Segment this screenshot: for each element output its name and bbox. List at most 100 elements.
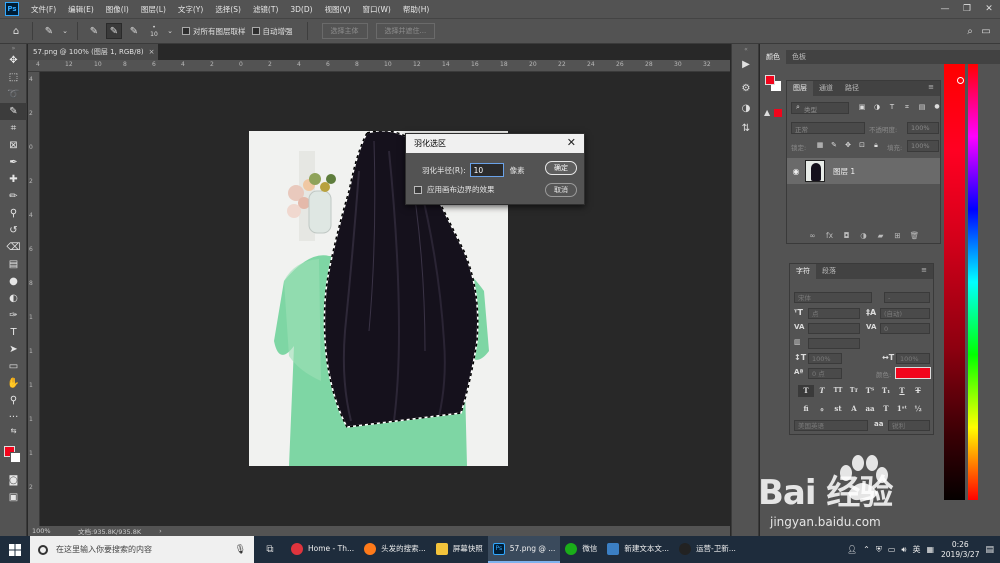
brush-tool-icon[interactable]: ✏ bbox=[0, 188, 27, 205]
microphone-icon[interactable]: 🎙︎ bbox=[235, 545, 246, 555]
hand-tool-icon[interactable]: ✋ bbox=[0, 375, 27, 392]
workspace-icon[interactable]: ▭ bbox=[978, 23, 994, 39]
collapse-panels-icon[interactable]: « bbox=[732, 44, 760, 54]
start-button[interactable] bbox=[0, 536, 30, 563]
fill-input[interactable]: 100% bbox=[907, 140, 939, 152]
volume-icon[interactable]: 🔊︎ bbox=[901, 545, 906, 555]
feather-radius-input[interactable] bbox=[469, 163, 504, 177]
quick-mask-icon[interactable]: ◙ bbox=[0, 472, 27, 489]
filter-shape-icon[interactable]: ⌗ bbox=[902, 103, 912, 113]
minimize-icon[interactable]: — bbox=[934, 0, 956, 18]
layer-name[interactable]: 图层 1 bbox=[833, 166, 855, 177]
search-icon[interactable]: ⌕ bbox=[962, 23, 978, 39]
layer-style-icon[interactable]: fx bbox=[821, 231, 838, 240]
status-menu-icon[interactable]: › bbox=[159, 527, 162, 535]
type-tool-icon[interactable]: T bbox=[0, 324, 27, 341]
sample-all-layers-checkbox[interactable] bbox=[182, 27, 190, 35]
ok-button[interactable]: 确定 bbox=[545, 161, 577, 175]
taskbar-app-notepad[interactable]: 新建文本文... bbox=[602, 536, 674, 563]
menu-file[interactable]: 文件(F) bbox=[25, 4, 62, 15]
leading-input[interactable]: (自动) bbox=[880, 308, 930, 319]
subscript-icon[interactable]: T₁ bbox=[878, 385, 894, 397]
clone-stamp-tool-icon[interactable]: ⚲ bbox=[0, 205, 27, 222]
antialias-select[interactable]: 锐利 bbox=[888, 420, 930, 431]
filter-pixel-icon[interactable]: ▣ bbox=[857, 103, 867, 113]
task-view-icon[interactable]: ⧉ bbox=[254, 544, 286, 555]
discretionary-ligatures-icon[interactable]: st bbox=[830, 403, 846, 415]
faux-bold-icon[interactable]: T bbox=[798, 385, 814, 397]
link-layers-icon[interactable]: ∞ bbox=[804, 231, 821, 240]
chevron-down-icon[interactable]: ⌄ bbox=[166, 23, 174, 39]
more-tools-icon[interactable]: ··· bbox=[0, 409, 27, 426]
chevron-down-icon[interactable]: ⌄ bbox=[61, 23, 69, 39]
user-icon[interactable]: 👤︎ bbox=[847, 545, 857, 554]
tab-layers[interactable]: 图层 bbox=[787, 81, 813, 96]
text-color-swatch[interactable] bbox=[895, 367, 931, 379]
menu-3d[interactable]: 3D(D) bbox=[284, 5, 318, 14]
ordinals-icon[interactable]: 1ˢᵗ bbox=[894, 403, 910, 415]
tab-paragraph[interactable]: 段落 bbox=[816, 264, 842, 279]
frame-tool-icon[interactable]: ⊠ bbox=[0, 137, 27, 154]
auto-enhance-checkbox[interactable] bbox=[251, 27, 260, 35]
tracking-input[interactable]: 0 bbox=[880, 323, 930, 334]
taskbar-app-netease-music[interactable]: Home - Th... bbox=[286, 536, 359, 563]
restore-icon[interactable]: ❐ bbox=[956, 0, 978, 18]
menu-filter[interactable]: 滤镜(T) bbox=[247, 4, 284, 15]
menu-layer[interactable]: 图层(L) bbox=[135, 4, 172, 15]
lock-transparent-icon[interactable]: ▦ bbox=[815, 141, 825, 151]
lock-image-icon[interactable]: ✎ bbox=[829, 141, 839, 151]
history-brush-tool-icon[interactable]: ↺ bbox=[0, 222, 27, 239]
quick-selection-tool-icon[interactable]: ✎ bbox=[0, 103, 27, 120]
play-actions-icon[interactable]: ▶ bbox=[732, 54, 760, 74]
new-group-icon[interactable]: ▰ bbox=[872, 231, 889, 240]
taskbar-app-chat[interactable]: 运营-卫新... bbox=[674, 536, 741, 563]
menu-help[interactable]: 帮助(H) bbox=[397, 4, 436, 15]
filter-type-icon[interactable]: T bbox=[887, 103, 897, 113]
subtract-from-selection-icon[interactable]: ✎ bbox=[126, 23, 142, 39]
move-tool-icon[interactable]: ✥ bbox=[0, 52, 27, 69]
language-select[interactable]: 美国英语 bbox=[794, 420, 868, 431]
quick-selection-preset-icon[interactable]: ✎ bbox=[41, 23, 57, 39]
filter-toggle-icon[interactable]: ● bbox=[932, 103, 942, 113]
brush-size-picker[interactable]: • 10 bbox=[146, 23, 162, 39]
lock-all-icon[interactable]: 🔒︎ bbox=[871, 141, 881, 151]
healing-brush-tool-icon[interactable]: ✚ bbox=[0, 171, 27, 188]
home-icon[interactable]: ⌂ bbox=[8, 23, 24, 39]
menu-select[interactable]: 选择(S) bbox=[209, 4, 247, 15]
add-mask-icon[interactable]: ◘ bbox=[838, 231, 855, 240]
document-tab[interactable]: 57.png @ 100% (图层 1, RGB/8) × bbox=[28, 44, 158, 60]
screen-mode-icon[interactable]: ▣ bbox=[0, 489, 27, 506]
swap-colors-icon[interactable]: ⇆ bbox=[0, 426, 27, 436]
collapse-toolbar-icon[interactable]: » bbox=[0, 44, 27, 52]
font-family-select[interactable]: 宋体 bbox=[794, 292, 872, 303]
eyedropper-tool-icon[interactable]: ✒ bbox=[0, 154, 27, 171]
font-style-select[interactable]: - bbox=[884, 292, 930, 303]
horizontal-scale-input[interactable]: 100% bbox=[896, 353, 930, 364]
rectangle-tool-icon[interactable]: ▭ bbox=[0, 358, 27, 375]
all-caps-icon[interactable]: TT bbox=[830, 385, 846, 397]
eraser-tool-icon[interactable]: ⌫ bbox=[0, 239, 27, 256]
tab-character[interactable]: 字符 bbox=[790, 264, 816, 279]
tab-swatches[interactable]: 色板 bbox=[786, 50, 812, 64]
lock-artboard-icon[interactable]: ⊡ bbox=[857, 141, 867, 151]
faux-italic-icon[interactable]: T bbox=[814, 385, 830, 397]
taskbar-app-folder[interactable]: 屏幕快照 bbox=[431, 536, 488, 563]
delete-layer-icon[interactable]: 🗑︎ bbox=[906, 231, 923, 240]
tab-color[interactable]: 颜色 bbox=[760, 50, 786, 64]
stylistic-alternates-icon[interactable]: aa bbox=[862, 403, 878, 415]
zoom-level[interactable]: 100% bbox=[28, 527, 72, 535]
small-caps-icon[interactable]: Tт bbox=[846, 385, 862, 397]
action-center-icon[interactable]: ▤ bbox=[985, 545, 994, 555]
color-field[interactable] bbox=[944, 64, 965, 500]
menu-type[interactable]: 文字(Y) bbox=[172, 4, 209, 15]
superscript-icon[interactable]: Tᵀ bbox=[862, 385, 878, 397]
show-hidden-icons-icon[interactable]: ⌃ bbox=[863, 545, 870, 554]
font-size-input[interactable]: 点 bbox=[808, 308, 860, 319]
fractions-icon[interactable]: ½ bbox=[910, 403, 926, 415]
taskbar-app-wechat[interactable]: 微信 bbox=[560, 536, 602, 563]
panel-menu-icon[interactable]: ≡ bbox=[922, 81, 940, 96]
pen-tool-icon[interactable]: ✑ bbox=[0, 307, 27, 324]
gamut-swatch[interactable] bbox=[774, 109, 782, 117]
marquee-tool-icon[interactable]: ⬚ bbox=[0, 69, 27, 86]
filter-adjustment-icon[interactable]: ◑ bbox=[872, 103, 882, 113]
